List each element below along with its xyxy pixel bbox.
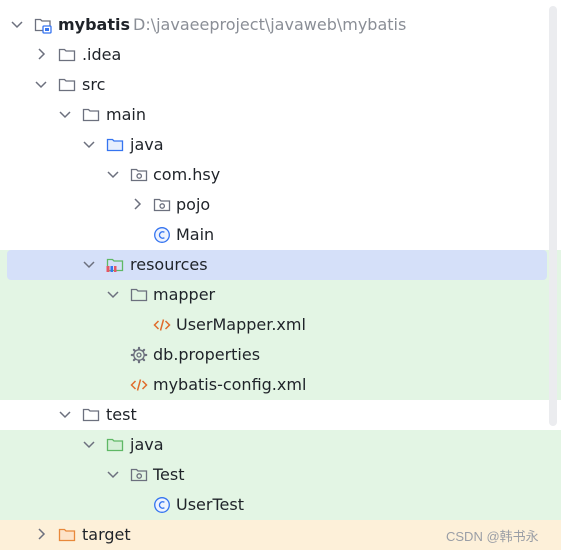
test-folder-icon xyxy=(106,430,124,460)
chevron-down-icon[interactable] xyxy=(82,130,98,160)
tree-row-db-properties[interactable]: db.properties xyxy=(0,340,561,370)
chevron-right-icon[interactable] xyxy=(34,520,50,550)
tree-row-mybatis-config[interactable]: mybatis-config.xml xyxy=(0,370,561,400)
tree-row-user-mapper[interactable]: UserMapper.xml xyxy=(0,310,561,340)
tree-row-idea[interactable]: . idea xyxy=(0,40,561,70)
class-icon xyxy=(153,490,171,520)
vertical-scrollbar[interactable] xyxy=(549,6,557,426)
tree-label-src: src xyxy=(82,75,106,94)
tree-row-main-java[interactable]: java xyxy=(0,130,561,160)
tree-label-main-java: java xyxy=(130,135,164,154)
tree-row-test-java[interactable]: java xyxy=(0,430,561,460)
project-name: mybatis xyxy=(58,15,131,34)
folder-icon xyxy=(130,280,148,310)
tree-label-test-java: java xyxy=(130,435,164,454)
resources-folder-icon xyxy=(106,250,124,280)
chevron-down-icon[interactable] xyxy=(10,10,26,40)
chevron-down-icon[interactable] xyxy=(58,100,74,130)
project-tree: mybatis D:\javaeeproject\javaweb\mybatis… xyxy=(0,10,561,550)
project-module-icon xyxy=(34,10,52,40)
tree-row-package[interactable]: com.hsy xyxy=(0,160,561,190)
tree-label-db-properties: db.properties xyxy=(153,345,261,364)
tree-row-mybatis[interactable]: mybatis D:\javaeeproject\javaweb\mybatis xyxy=(0,10,561,40)
tree-label-main-class: Main xyxy=(176,225,215,244)
tree-label-test-package: Test xyxy=(153,465,185,484)
xml-file-icon xyxy=(130,370,148,400)
chevron-down-icon[interactable] xyxy=(82,250,98,280)
chevron-right-icon[interactable] xyxy=(34,40,50,70)
folder-icon xyxy=(58,40,76,70)
tree-row-resources[interactable]: resources xyxy=(0,250,561,280)
tree-label-main: main xyxy=(106,105,146,124)
tree-row-test-package[interactable]: Test xyxy=(0,460,561,490)
tree-label-mapper: mapper xyxy=(153,285,216,304)
tree-row-main-class[interactable]: Main xyxy=(0,220,561,250)
tree-label-mybatis-config: mybatis-config.xml xyxy=(153,375,307,394)
tree-row-src[interactable]: src xyxy=(0,70,561,100)
folder-icon xyxy=(82,100,100,130)
chevron-down-icon[interactable] xyxy=(106,160,122,190)
chevron-down-icon[interactable] xyxy=(82,430,98,460)
tree-row-test[interactable]: test xyxy=(0,400,561,430)
source-folder-icon xyxy=(106,130,124,160)
tree-label-user-mapper: UserMapper.xml xyxy=(176,315,306,334)
tree-label-target: target xyxy=(82,525,131,544)
chevron-down-icon[interactable] xyxy=(58,400,74,430)
tree-label-package: com.hsy xyxy=(153,165,221,184)
chevron-right-icon[interactable] xyxy=(130,190,146,220)
package-icon xyxy=(130,160,148,190)
watermark: CSDN @韩书永 xyxy=(446,529,539,544)
excluded-folder-icon xyxy=(58,520,76,550)
settings-file-icon xyxy=(130,340,148,370)
xml-file-icon xyxy=(153,310,171,340)
class-icon xyxy=(153,220,171,250)
tree-row-user-test[interactable]: UserTest xyxy=(0,490,561,520)
chevron-down-icon[interactable] xyxy=(106,280,122,310)
chevron-down-icon[interactable] xyxy=(106,460,122,490)
tree-label-pojo: pojo xyxy=(176,195,211,214)
tree-row-pojo[interactable]: pojo xyxy=(0,190,561,220)
folder-icon xyxy=(58,70,76,100)
package-icon xyxy=(130,460,148,490)
tree-label-resources: resources xyxy=(130,255,208,274)
chevron-down-icon[interactable] xyxy=(34,70,50,100)
tree-label-idea: idea xyxy=(87,45,122,64)
tree-row-main[interactable]: main xyxy=(0,100,561,130)
folder-icon xyxy=(82,400,100,430)
package-icon xyxy=(153,190,171,220)
project-path: D:\javaeeproject\javaweb\mybatis xyxy=(133,15,407,34)
tree-label-test: test xyxy=(106,405,137,424)
tree-label-user-test: UserTest xyxy=(176,495,244,514)
tree-row-mapper[interactable]: mapper xyxy=(0,280,561,310)
